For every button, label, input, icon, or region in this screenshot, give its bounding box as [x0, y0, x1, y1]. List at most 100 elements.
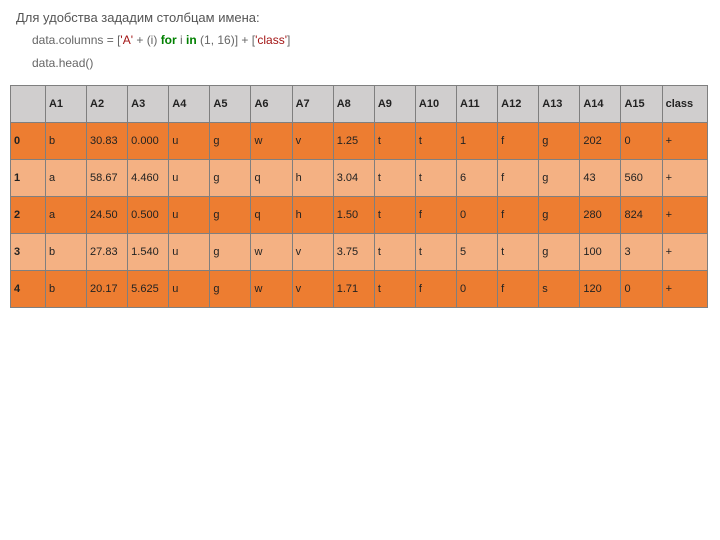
tok-string: 'A'	[120, 33, 133, 47]
table-cell: +	[662, 233, 707, 270]
table-cell: t	[374, 159, 415, 196]
table-cell: u	[169, 270, 210, 307]
table-cell: f	[415, 270, 456, 307]
row-index: 3	[11, 233, 46, 270]
tok: ]	[287, 33, 290, 47]
table-cell: f	[498, 196, 539, 233]
table-header-row: A1 A2 A3 A4 A5 A6 A7 A8 A9 A10 A11 A12 A…	[11, 85, 708, 122]
tok: i	[177, 33, 186, 47]
table-cell: q	[251, 159, 292, 196]
table-cell: 0.500	[128, 196, 169, 233]
table-row: 1a58.674.460ugqh3.04tt6fg43560+	[11, 159, 708, 196]
table-cell: q	[251, 196, 292, 233]
table-cell: 6	[457, 159, 498, 196]
table-cell: 1.50	[333, 196, 374, 233]
col-header: A6	[251, 85, 292, 122]
table-cell: w	[251, 233, 292, 270]
table-cell: g	[210, 233, 251, 270]
table-cell: 0	[621, 270, 662, 307]
table-cell: 560	[621, 159, 662, 196]
col-header: A15	[621, 85, 662, 122]
table-cell: f	[498, 159, 539, 196]
table-cell: u	[169, 122, 210, 159]
table-cell: 824	[621, 196, 662, 233]
table-cell: 1.540	[128, 233, 169, 270]
intro-text: Для удобства зададим столбцам имена:	[0, 0, 720, 29]
table-cell: 120	[580, 270, 621, 307]
table-cell: 24.50	[87, 196, 128, 233]
table-cell: a	[45, 159, 86, 196]
table-cell: t	[374, 270, 415, 307]
col-header: A11	[457, 85, 498, 122]
table-cell: u	[169, 196, 210, 233]
table-cell: g	[210, 270, 251, 307]
table-cell: 30.83	[87, 122, 128, 159]
table-cell: g	[210, 122, 251, 159]
col-header: A12	[498, 85, 539, 122]
table-cell: +	[662, 122, 707, 159]
table-cell: t	[498, 233, 539, 270]
table-cell: 1.25	[333, 122, 374, 159]
table-cell: t	[374, 233, 415, 270]
table-cell: 3.04	[333, 159, 374, 196]
table-cell: 0	[457, 196, 498, 233]
table-cell: 3.75	[333, 233, 374, 270]
tok: (1, 16)]	[197, 33, 242, 47]
col-header: A9	[374, 85, 415, 122]
table-cell: h	[292, 196, 333, 233]
tok: data.head()	[32, 56, 93, 70]
row-index: 0	[11, 122, 46, 159]
col-header: A3	[128, 85, 169, 122]
col-header: A2	[87, 85, 128, 122]
col-header: A1	[45, 85, 86, 122]
table-cell: b	[45, 270, 86, 307]
table-cell: w	[251, 270, 292, 307]
code-block: data.columns = ['A' + (i) for i in (1, 1…	[0, 29, 720, 85]
table-cell: 0	[457, 270, 498, 307]
table-cell: 58.67	[87, 159, 128, 196]
table-cell: v	[292, 122, 333, 159]
col-header: class	[662, 85, 707, 122]
table-cell: t	[374, 196, 415, 233]
col-header: A4	[169, 85, 210, 122]
data-table: A1 A2 A3 A4 A5 A6 A7 A8 A9 A10 A11 A12 A…	[10, 85, 708, 308]
table-cell: v	[292, 233, 333, 270]
table-cell: g	[539, 196, 580, 233]
table-row: 2a24.500.500ugqh1.50tf0fg280824+	[11, 196, 708, 233]
table-cell: u	[169, 159, 210, 196]
table-cell: 4.460	[128, 159, 169, 196]
table-cell: f	[415, 196, 456, 233]
tok-keyword: for	[161, 33, 177, 47]
row-index: 2	[11, 196, 46, 233]
table-cell: t	[415, 122, 456, 159]
table-cell: u	[169, 233, 210, 270]
col-header: A7	[292, 85, 333, 122]
code-line-1: data.columns = ['A' + (i) for i in (1, 1…	[32, 29, 720, 52]
table-cell: 0.000	[128, 122, 169, 159]
tok: data.columns	[32, 33, 107, 47]
table-cell: b	[45, 122, 86, 159]
table-cell: +	[662, 196, 707, 233]
col-header	[11, 85, 46, 122]
tok: +	[241, 33, 251, 47]
table-cell: 5	[457, 233, 498, 270]
table-cell: t	[415, 159, 456, 196]
table-cell: t	[415, 233, 456, 270]
table-body: 0b30.830.000ugwv1.25tt1fg2020+1a58.674.4…	[11, 122, 708, 307]
table-cell: t	[374, 122, 415, 159]
table-cell: 280	[580, 196, 621, 233]
table-cell: w	[251, 122, 292, 159]
col-header: A13	[539, 85, 580, 122]
code-line-2: data.head()	[32, 52, 720, 75]
table-cell: f	[498, 122, 539, 159]
tok-string: 'class'	[255, 33, 287, 47]
col-header: A10	[415, 85, 456, 122]
table-cell: 43	[580, 159, 621, 196]
col-header: A5	[210, 85, 251, 122]
table-cell: g	[539, 122, 580, 159]
table-cell: +	[662, 270, 707, 307]
table-cell: g	[539, 159, 580, 196]
table-cell: 0	[621, 122, 662, 159]
table-cell: 1	[457, 122, 498, 159]
table-cell: f	[498, 270, 539, 307]
